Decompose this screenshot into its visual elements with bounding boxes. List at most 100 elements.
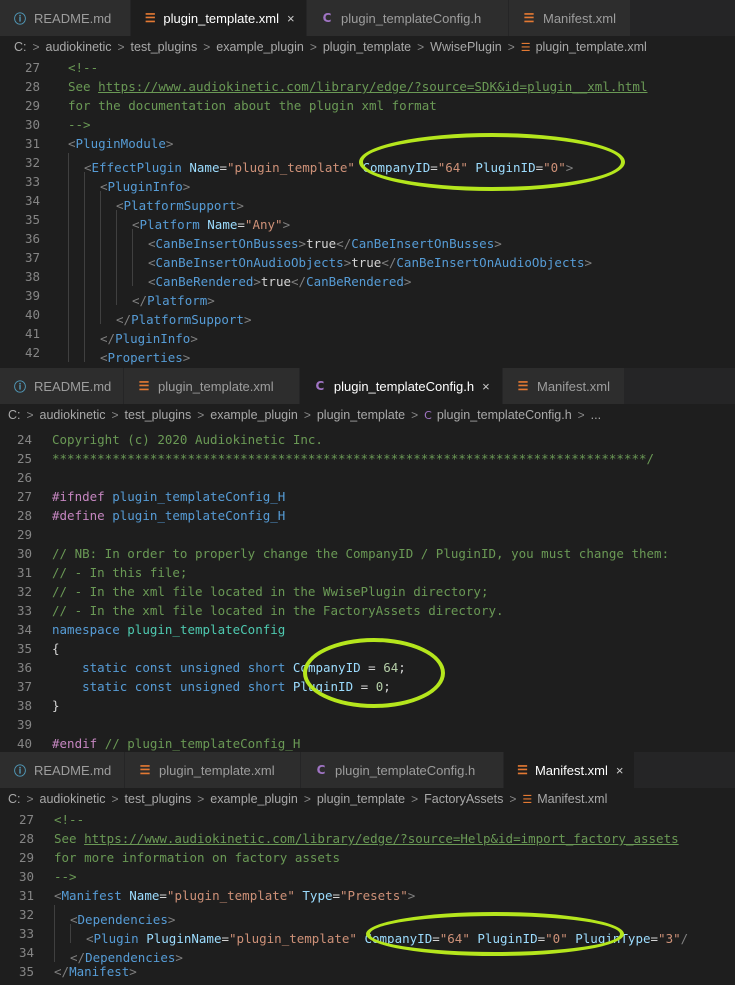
tab-plugin-template-config-h[interactable]: C plugin_templateConfig.h	[307, 0, 509, 36]
code-line: 40 #endif // plugin_templateConfig_H	[0, 734, 735, 752]
chevron-right-icon: >	[117, 40, 125, 54]
breadcrumb-item[interactable]: test_plugins	[125, 408, 192, 422]
info-icon: ⓘ	[13, 763, 26, 778]
line-number: 31	[16, 565, 32, 580]
close-icon[interactable]: ×	[482, 379, 492, 394]
line-number: 35	[24, 212, 40, 227]
tab-plugin-template-xml[interactable]: ☰ plugin_template.xml ×	[131, 0, 307, 36]
breadcrumb-item[interactable]: ...	[591, 408, 601, 422]
breadcrumb-item[interactable]: test_plugins	[125, 792, 192, 806]
close-icon[interactable]: ×	[287, 11, 296, 26]
line-number: 32	[18, 907, 34, 922]
line-number: 34	[18, 945, 34, 960]
code-line: 31 <Manifest Name="plugin_template" Type=…	[0, 886, 735, 905]
breadcrumb-item[interactable]: C:	[8, 792, 21, 806]
code-line: 36 <CanBeInsertOnBusses>true</CanBeInsert…	[0, 229, 735, 251]
breadcrumb-item[interactable]: Manifest.xml	[537, 792, 607, 806]
code-editor[interactable]: 24 Copyright (c) 2020 Audiokinetic Inc. 2…	[0, 426, 735, 752]
breadcrumb-item[interactable]: plugin_template	[323, 40, 411, 54]
tab-plugin-template-config-h[interactable]: C plugin_templateConfig.h ×	[300, 368, 503, 404]
line-number: 36	[24, 231, 40, 246]
line-number: 37	[24, 250, 40, 265]
line-number: 32	[24, 155, 40, 170]
breadcrumb-item[interactable]: plugin_template	[317, 408, 405, 422]
breadcrumb-item[interactable]: C:	[8, 408, 21, 422]
breadcrumb-item[interactable]: plugin_template.xml	[536, 40, 647, 54]
info-icon: ⓘ	[13, 379, 26, 394]
breadcrumb-item[interactable]: audiokinetic	[40, 792, 106, 806]
code-line: 26	[0, 468, 735, 487]
breadcrumb-item[interactable]: example_plugin	[210, 792, 298, 806]
code-line: 29 for the documentation about the plugin…	[0, 96, 735, 115]
breadcrumb-item[interactable]: plugin_templateConfig.h	[437, 408, 572, 422]
code-line: 35 </Manifest>	[0, 962, 735, 981]
tab-bar: ⓘ README.md ☰ plugin_template.xml × C pl…	[0, 0, 735, 36]
breadcrumb-item[interactable]: audiokinetic	[40, 408, 106, 422]
chevron-right-icon: >	[197, 408, 205, 422]
doc-link[interactable]: https://www.audiokinetic.com/library/edg…	[98, 79, 647, 94]
breadcrumb-item[interactable]: WwisePlugin	[430, 40, 502, 54]
tab-manifest-xml[interactable]: ☰ Manifest.xml	[503, 368, 625, 404]
chevron-right-icon: >	[26, 408, 34, 422]
line-number: 27	[18, 812, 34, 827]
line-number: 40	[16, 736, 32, 751]
line-number: 29	[16, 527, 32, 542]
breadcrumb-item[interactable]: plugin_template	[317, 792, 405, 806]
breadcrumb-item[interactable]: audiokinetic	[46, 40, 112, 54]
line-number: 40	[24, 307, 40, 322]
line-number: 31	[24, 136, 40, 151]
code-line: 33// - In the xml file located in the Fa…	[0, 601, 735, 620]
editor-pane-config-h: ⓘ README.md ☰ plugin_template.xml C plug…	[0, 368, 735, 752]
tab-label: Manifest.xml	[543, 10, 616, 26]
close-icon[interactable]: ×	[616, 763, 624, 778]
chevron-right-icon: >	[309, 40, 317, 54]
line-number: 39	[16, 717, 32, 732]
doc-link[interactable]: https://www.audiokinetic.com/library/edg…	[84, 831, 679, 846]
line-number: 27	[24, 60, 40, 75]
chevron-right-icon: >	[411, 792, 419, 806]
code-line: 27 <!--	[0, 810, 735, 829]
code-line: 38 <CanBeRendered>true</CanBeRendered>	[0, 267, 735, 289]
tab-manifest-xml[interactable]: ☰ Manifest.xml	[509, 0, 631, 36]
code-editor[interactable]: 27 <!-- 28 See https://www.audiokinetic.co…	[0, 810, 735, 981]
c-header-icon: C	[424, 408, 432, 422]
tab-label: Manifest.xml	[537, 378, 610, 394]
code-editor[interactable]: 27 <!-- 28 See https://www.audiokinetic.co…	[0, 58, 735, 365]
tab-plugin-template-config-h[interactable]: C plugin_templateConfig.h	[301, 752, 504, 788]
xml-file-icon: ☰	[522, 793, 533, 806]
tab-readme[interactable]: ⓘ README.md	[0, 368, 124, 404]
code-line: 27 <!--	[0, 58, 735, 77]
xml-file-icon: ☰	[520, 41, 531, 54]
tab-plugin-template-xml[interactable]: ☰ plugin_template.xml	[124, 368, 300, 404]
line-number: 35	[16, 641, 32, 656]
line-number: 28	[18, 831, 34, 846]
line-number: 34	[24, 193, 40, 208]
chevron-right-icon: >	[411, 408, 419, 422]
line-number: 33	[24, 174, 40, 189]
tab-label: plugin_template.xml	[158, 378, 274, 394]
breadcrumb-item[interactable]: C:	[14, 40, 27, 54]
breadcrumb-item[interactable]: example_plugin	[216, 40, 304, 54]
breadcrumb-item[interactable]: FactoryAssets	[424, 792, 503, 806]
line-number: 30	[16, 546, 32, 561]
code-line: 29	[0, 525, 735, 544]
code-line: 28 #define plugin_templateConfig_H	[0, 506, 735, 525]
breadcrumb-item[interactable]: example_plugin	[210, 408, 298, 422]
chevron-right-icon: >	[303, 408, 311, 422]
tab-bar: ⓘ README.md ☰ plugin_template.xml C plug…	[0, 368, 735, 404]
chevron-right-icon: >	[111, 408, 119, 422]
tab-label: plugin_template.xml	[159, 762, 275, 778]
xml-file-icon: ☰	[144, 11, 156, 25]
line-number: 33	[18, 926, 34, 941]
code-line: 31// - In this file;	[0, 563, 735, 582]
tab-readme[interactable]: ⓘ README.md	[0, 0, 131, 36]
c-header-icon: C	[315, 379, 325, 393]
line-number: 28	[24, 79, 40, 94]
tab-manifest-xml[interactable]: ☰ Manifest.xml ×	[504, 752, 635, 788]
breadcrumb-item[interactable]: test_plugins	[131, 40, 198, 54]
tab-label: plugin_templateConfig.h	[335, 762, 476, 778]
tab-plugin-template-xml[interactable]: ☰ plugin_template.xml	[125, 752, 301, 788]
tab-readme[interactable]: ⓘ README.md	[0, 752, 125, 788]
code-line: 25 **************************************…	[0, 449, 735, 468]
code-line: 39	[0, 715, 735, 734]
